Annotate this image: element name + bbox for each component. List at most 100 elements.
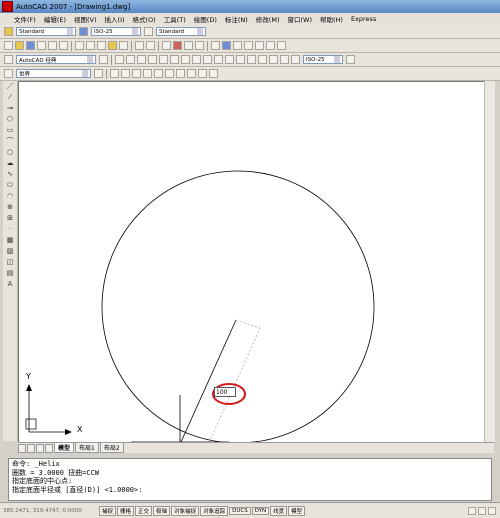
menu-view[interactable]: 视图(V) xyxy=(70,14,101,24)
workspace-select[interactable]: AutoCAD 经典 xyxy=(16,55,96,64)
ucs-view-icon[interactable] xyxy=(143,69,152,78)
dim-aligned-icon[interactable] xyxy=(126,55,135,64)
hatch-icon[interactable]: ▦ xyxy=(5,236,15,244)
text-style-select[interactable]: Standard xyxy=(16,27,76,36)
block-editor-icon[interactable] xyxy=(119,41,128,50)
tool-palettes-icon[interactable] xyxy=(233,41,242,50)
dim-arc-icon[interactable] xyxy=(137,55,146,64)
construction-line-icon[interactable]: ⁄ xyxy=(5,93,15,101)
dim-update-icon[interactable] xyxy=(291,55,300,64)
menu-file[interactable]: 文件(F) xyxy=(0,14,40,24)
redo-icon[interactable] xyxy=(146,41,155,50)
region-icon[interactable]: ◫ xyxy=(5,258,15,266)
save-icon[interactable] xyxy=(26,41,35,50)
menu-window[interactable]: 窗口(W) xyxy=(283,14,316,24)
menu-modify[interactable]: 修改(M) xyxy=(252,14,284,24)
tab-model[interactable]: 模型 xyxy=(54,443,75,453)
match-properties-icon[interactable] xyxy=(108,41,117,50)
ucs-y-icon[interactable] xyxy=(198,69,207,78)
paste-icon[interactable] xyxy=(97,41,106,50)
new-icon[interactable] xyxy=(4,41,13,50)
menu-format[interactable]: 格式(O) xyxy=(129,14,160,24)
ucs-z-icon[interactable] xyxy=(209,69,218,78)
zoom-previous-icon[interactable] xyxy=(195,41,204,50)
grid-toggle[interactable]: 栅格 xyxy=(117,505,135,516)
table-style-icon[interactable] xyxy=(144,27,153,36)
print-icon[interactable] xyxy=(37,41,46,50)
table-icon[interactable]: ▤ xyxy=(5,269,15,277)
pan-icon[interactable] xyxy=(162,41,171,50)
dim-edit-icon[interactable] xyxy=(269,55,278,64)
model-toggle[interactable]: 模型 xyxy=(288,505,306,516)
menu-dimension[interactable]: 标注(N) xyxy=(221,14,252,24)
dynamic-input-box[interactable]: 100 xyxy=(214,387,236,397)
dim-style-manager-icon[interactable] xyxy=(346,55,355,64)
properties-icon[interactable] xyxy=(211,41,220,50)
tab-layout1[interactable]: 布局1 xyxy=(75,443,99,453)
lineweight-toggle[interactable]: 线宽 xyxy=(270,505,288,516)
leader-icon[interactable] xyxy=(236,55,245,64)
clean-screen-icon[interactable] xyxy=(488,506,496,515)
ellipse-icon[interactable]: ⬭ xyxy=(5,181,15,189)
insert-block-icon[interactable]: ⊕ xyxy=(5,203,15,211)
ucs-select[interactable]: 世界 xyxy=(16,69,91,78)
vertical-scrollbar[interactable] xyxy=(484,81,495,442)
ucs-face-icon[interactable] xyxy=(121,69,130,78)
zoom-window-icon[interactable] xyxy=(184,41,193,50)
ucs-world-icon[interactable] xyxy=(94,69,103,78)
snap-toggle[interactable]: 捕捉 xyxy=(99,505,117,516)
next-tab-button[interactable] xyxy=(36,443,44,453)
ellipse-arc-icon[interactable]: ◠ xyxy=(5,192,15,200)
lock-icon[interactable] xyxy=(478,506,486,515)
text-style-icon[interactable] xyxy=(4,27,13,36)
dim-jogged-icon[interactable] xyxy=(170,55,179,64)
otrack-toggle[interactable]: 对象追踪 xyxy=(200,505,229,516)
gradient-icon[interactable]: ▨ xyxy=(5,247,15,255)
revision-cloud-icon[interactable]: ☁ xyxy=(5,159,15,167)
dim-diameter-icon[interactable] xyxy=(181,55,190,64)
dim-style-select[interactable]: ISO-25 xyxy=(91,27,141,36)
ortho-toggle[interactable]: 正交 xyxy=(135,505,153,516)
ucs-3point-icon[interactable] xyxy=(176,69,185,78)
communication-center-icon[interactable] xyxy=(468,506,476,515)
arc-icon[interactable]: ⌒ xyxy=(5,137,15,145)
menu-insert[interactable]: 插入(I) xyxy=(101,14,129,24)
menu-express[interactable]: Express xyxy=(347,15,380,23)
print-preview-icon[interactable] xyxy=(48,41,57,50)
osnap-toggle[interactable]: 对象捕捉 xyxy=(171,505,200,516)
command-line[interactable]: 命令: _Helix 圈数 = 3.0000 扭曲=CCW 指定底面的中心点: … xyxy=(8,458,492,501)
dyn-toggle[interactable]: DYN xyxy=(251,506,270,515)
menu-help[interactable]: 帮助(H) xyxy=(316,14,347,24)
dim-style-icon[interactable] xyxy=(79,27,88,36)
sheet-set-icon[interactable] xyxy=(244,41,253,50)
open-icon[interactable] xyxy=(15,41,24,50)
markup-icon[interactable] xyxy=(255,41,264,50)
ucs-zaxis-icon[interactable] xyxy=(165,69,174,78)
quickcalc-icon[interactable] xyxy=(266,41,275,50)
dim-ordinate-icon[interactable] xyxy=(148,55,157,64)
dim-baseline-icon[interactable] xyxy=(214,55,223,64)
point-icon[interactable]: · xyxy=(5,225,15,233)
ducs-toggle[interactable]: DUCS xyxy=(229,506,251,515)
menu-tools[interactable]: 工具(T) xyxy=(160,14,190,24)
table-style-select[interactable]: Standard xyxy=(156,27,206,36)
dim-angular-icon[interactable] xyxy=(192,55,201,64)
ucs-previous-icon[interactable] xyxy=(110,69,119,78)
tolerance-icon[interactable] xyxy=(247,55,256,64)
ucs-object-icon[interactable] xyxy=(132,69,141,78)
menu-edit[interactable]: 编辑(E) xyxy=(40,14,70,24)
zoom-realtime-icon[interactable] xyxy=(173,41,182,50)
menu-draw[interactable]: 绘图(D) xyxy=(190,14,221,24)
tab-layout2[interactable]: 布局2 xyxy=(99,443,124,453)
make-block-icon[interactable]: ⊞ xyxy=(5,214,15,222)
copy-icon[interactable] xyxy=(86,41,95,50)
circle-icon[interactable]: ○ xyxy=(5,148,15,156)
layer-manager-icon[interactable] xyxy=(4,55,13,64)
multiline-text-icon[interactable]: A xyxy=(5,280,15,288)
dim-linear-icon[interactable] xyxy=(115,55,124,64)
ucs-x-icon[interactable] xyxy=(187,69,196,78)
polyline-icon[interactable]: ↝ xyxy=(5,104,15,112)
autocad-app-icon[interactable] xyxy=(2,1,13,12)
publish-icon[interactable] xyxy=(59,41,68,50)
dim-style-select-2[interactable]: ISO-25 xyxy=(303,55,343,64)
